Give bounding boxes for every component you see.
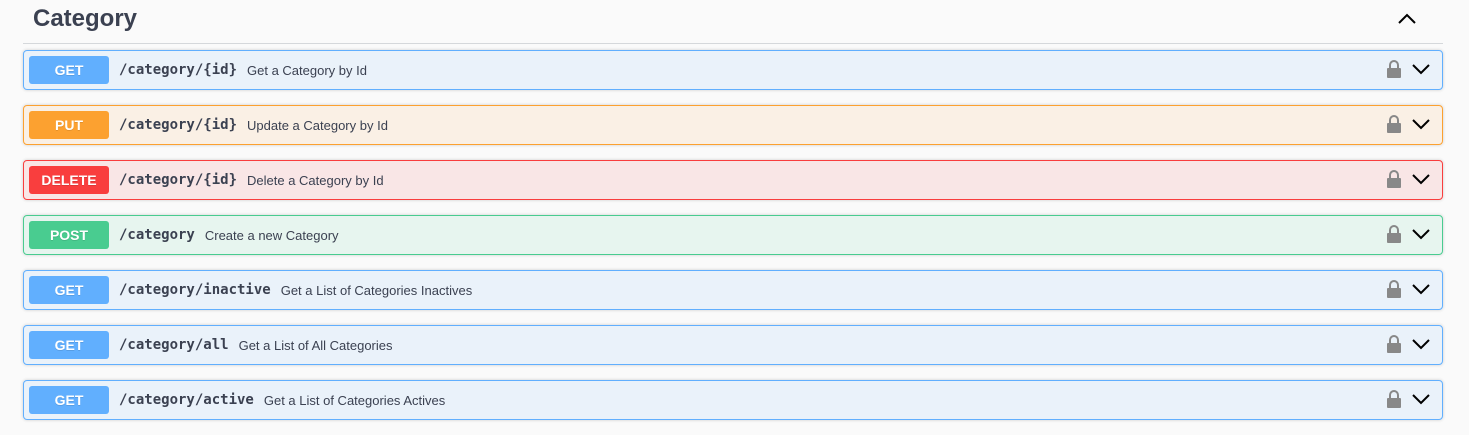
operation-path: /category/{id}: [119, 117, 238, 133]
operation-summary: Get a List of Categories Inactives: [280, 282, 473, 298]
operation-summary: Create a new Category: [204, 227, 339, 243]
method-badge: GET: [29, 56, 109, 84]
lock-icon[interactable]: [1386, 279, 1402, 299]
operation-path: /category/{id}: [119, 172, 238, 188]
operation-delete-category-id[interactable]: DELETE /category/{id} Delete a Category …: [23, 160, 1443, 200]
operation-get-category-inactive[interactable]: GET /category/inactive Get a List of Cat…: [23, 270, 1443, 310]
method-badge: GET: [29, 386, 109, 414]
lock-icon[interactable]: [1386, 169, 1402, 189]
lock-icon[interactable]: [1386, 389, 1402, 409]
chevron-down-icon[interactable]: [1410, 171, 1432, 187]
operation-get-category-active[interactable]: GET /category/active Get a List of Categ…: [23, 380, 1443, 420]
operation-summary: Delete a Category by Id: [247, 172, 384, 188]
method-badge: GET: [29, 276, 109, 304]
lock-icon[interactable]: [1386, 114, 1402, 134]
method-badge: POST: [29, 221, 109, 249]
operations-list: GET /category/{id} Get a Category by Id …: [23, 50, 1443, 435]
method-badge: DELETE: [29, 166, 109, 194]
lock-icon[interactable]: [1386, 334, 1402, 354]
operation-path: /category/{id}: [119, 62, 238, 78]
lock-icon[interactable]: [1386, 59, 1402, 79]
operation-summary: Get a Category by Id: [247, 62, 367, 78]
chevron-down-icon[interactable]: [1410, 336, 1432, 352]
method-badge: PUT: [29, 111, 109, 139]
operation-summary: Update a Category by Id: [247, 117, 388, 133]
method-badge: GET: [29, 331, 109, 359]
operation-path: /category/active: [119, 392, 254, 408]
operation-path: /category: [119, 227, 195, 243]
category-section: Category GET /category/{id} Get a Catego…: [0, 0, 1469, 435]
section-header[interactable]: Category: [23, 0, 1443, 44]
lock-icon[interactable]: [1386, 224, 1402, 244]
operation-get-category-all[interactable]: GET /category/all Get a List of All Cate…: [23, 325, 1443, 365]
operation-put-category-id[interactable]: PUT /category/{id} Update a Category by …: [23, 105, 1443, 145]
operation-summary: Get a List of All Categories: [238, 337, 393, 353]
operation-get-category-id[interactable]: GET /category/{id} Get a Category by Id: [23, 50, 1443, 90]
operation-path: /category/all: [119, 337, 229, 353]
chevron-down-icon[interactable]: [1410, 226, 1432, 242]
chevron-down-icon[interactable]: [1410, 116, 1432, 132]
chevron-down-icon[interactable]: [1410, 281, 1432, 297]
operation-path: /category/inactive: [119, 282, 271, 298]
section-title: Category: [33, 5, 138, 32]
operation-post-category[interactable]: POST /category Create a new Category: [23, 215, 1443, 255]
chevron-up-icon[interactable]: [1393, 8, 1421, 30]
operation-summary: Get a List of Categories Actives: [263, 392, 446, 408]
chevron-down-icon[interactable]: [1410, 391, 1432, 407]
chevron-down-icon[interactable]: [1410, 61, 1432, 77]
